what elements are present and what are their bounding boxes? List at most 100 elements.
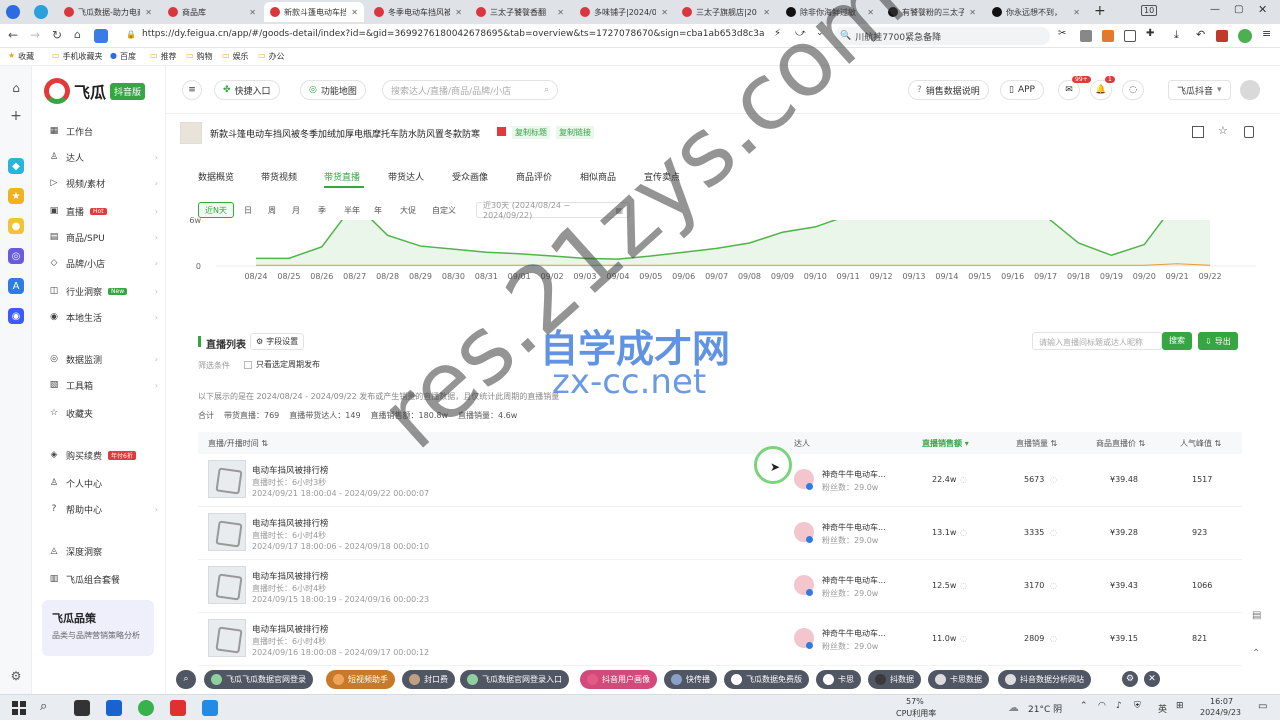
bag-icon[interactable] [1216, 30, 1228, 42]
sidebar-item[interactable]: ▦ 工作台 [48, 122, 158, 140]
live-title[interactable]: 电动车挡风被排行榜 [252, 570, 329, 582]
close-tab-icon[interactable]: ✕ [145, 8, 152, 17]
shield-icon[interactable]: ⛨ [1134, 701, 1141, 711]
list-search-input[interactable]: 请输入直播间标题或达人昵称 [1032, 332, 1162, 350]
date-filter-chip[interactable]: 半年 [338, 202, 366, 218]
feedback-icon[interactable]: ▤ [1252, 610, 1261, 621]
talent-name[interactable]: 神奇牛牛电动车... [822, 628, 886, 639]
close-tab-icon[interactable]: ✕ [763, 8, 770, 17]
back-icon[interactable]: ← [8, 28, 18, 42]
browser-tab[interactable]: 飞瓜数据-助力电商 ✕ [58, 2, 158, 22]
close-tab-icon[interactable]: ✕ [661, 8, 668, 17]
tab-6[interactable]: 相似商品 [580, 170, 616, 183]
date-filter-chip[interactable]: 自定义 [426, 202, 462, 218]
copy-icon[interactable] [1244, 126, 1254, 138]
dropdown-icon[interactable]: ⌄ [816, 28, 824, 38]
home-rail-icon[interactable]: ⌂ [8, 80, 24, 96]
date-range-picker[interactable]: 近30天 (2024/08/24 ~ 2024/09/22) ▦ [476, 201, 630, 220]
add-rail-icon[interactable]: + [8, 108, 24, 124]
bookmark-baidu[interactable]: ● 百度 [110, 51, 136, 62]
sidebar-item[interactable]: ♙ 个人中心 [48, 474, 158, 492]
quick-link-pill[interactable]: 封口费 [402, 670, 455, 689]
talent-name[interactable]: 神奇牛牛电动车... [822, 522, 886, 533]
promo-card[interactable]: 飞瓜品策 品类与品牌营销策略分析 [42, 600, 154, 656]
field-settings-button[interactable]: ⚙ 字段设置 [250, 333, 305, 350]
live-title[interactable]: 电动车挡风被排行榜 [252, 623, 329, 635]
sidebar-item[interactable]: ? 帮助中心 › [48, 500, 158, 518]
menu-icon[interactable]: ≡ [1262, 27, 1271, 40]
browser-tab[interactable]: 三太子饕餮香翻 ✕ [470, 2, 570, 22]
quickbar-close-icon[interactable]: ✕ [1144, 671, 1160, 687]
star-rail-icon[interactable]: ★ [8, 188, 24, 204]
list-search-button[interactable]: 搜索 [1162, 332, 1192, 350]
copy-title-button[interactable]: 复制标题 [512, 126, 550, 139]
date-filter-chip[interactable]: 大促 [394, 202, 422, 218]
sidebar-item[interactable]: ◫ 行业洞察 New › [48, 282, 158, 300]
clock-date[interactable]: 2024/9/23 [1200, 708, 1241, 717]
minimize-icon[interactable]: — [1210, 4, 1220, 15]
game-rail-icon[interactable]: ◉ [8, 308, 24, 324]
collapse-icon[interactable]: ≡ [182, 80, 202, 100]
date-filter-chip[interactable]: 近N天 [198, 202, 234, 218]
live-title[interactable]: 电动车挡风被排行榜 [252, 464, 329, 476]
browser-tab[interactable]: 多味铺子|2024/0 ✕ [574, 2, 674, 22]
qr-icon[interactable] [1192, 126, 1204, 138]
col-volume[interactable]: 直播销量 ⇅ [1016, 438, 1057, 449]
sidebar-item[interactable]: ▷ 视频/素材 › [48, 174, 158, 192]
home-icon[interactable]: ⌂ [74, 28, 81, 41]
browser-tab[interactable]: 有饕餮粉的三太子 ✕ [882, 2, 982, 22]
screenshot-icon[interactable] [1124, 30, 1136, 42]
quick-entry-button[interactable]: ✤ 快捷入口 [214, 80, 280, 100]
sidebar-item[interactable]: ◇ 品牌/小店 › [48, 254, 158, 272]
weather-text[interactable]: 21°C 阴 [1028, 702, 1062, 715]
telegram-tab-icon[interactable] [34, 5, 48, 19]
ai-rail-icon[interactable]: ◎ [8, 248, 24, 264]
ime-lang[interactable]: 英 [1158, 702, 1167, 715]
date-filter-chip[interactable]: 季 [312, 202, 332, 218]
reload-icon[interactable]: ↻ [52, 28, 62, 42]
tab-4[interactable]: 受众画像 [452, 170, 488, 183]
bookmark-shopping[interactable]: ▭ 购物 [186, 51, 213, 62]
browser-logo-icon[interactable] [6, 5, 20, 19]
close-tab-icon[interactable]: ✕ [1073, 8, 1080, 17]
tab-3[interactable]: 带货达人 [388, 170, 424, 183]
tab-5[interactable]: 商品评价 [516, 170, 552, 183]
sidebar-item[interactable]: ◬ 深度洞察 [48, 542, 158, 560]
platform-select[interactable]: 飞瓜抖音 ▾ [1168, 80, 1231, 100]
col-price[interactable]: 商品直播价 ⇅ [1096, 438, 1145, 449]
app-button[interactable]: ▯ APP [1000, 80, 1044, 100]
sidebar-item[interactable]: ♙ 达人 › [48, 148, 158, 166]
close-tab-icon[interactable]: ✕ [455, 8, 462, 17]
live-thumbnail[interactable] [208, 460, 246, 498]
date-filter-chip[interactable]: 日 [238, 202, 258, 218]
sales-note-button[interactable]: ? 销售数据说明 [908, 80, 989, 100]
bookmark-favorites[interactable]: ★ 收藏 [8, 51, 34, 62]
quick-link-pill[interactable]: 短视频助手 [326, 670, 395, 689]
browser-tab[interactable]: 冬季电动车挡风被 ✕ [368, 2, 468, 22]
sidebar-item[interactable]: ▥ 飞瓜组合套餐 [48, 570, 158, 588]
quick-link-pill[interactable]: 飞瓜数据免费版 [724, 670, 809, 689]
tab-count-badge[interactable]: 10 [1141, 5, 1158, 16]
headset-icon[interactable]: ◌ [1122, 80, 1144, 100]
app-rail-icon[interactable]: ◆ [8, 158, 24, 174]
close-window-icon[interactable]: ✕ [1258, 3, 1267, 16]
bell-icon[interactable]: 🔔 [1090, 80, 1112, 100]
close-tab-icon[interactable]: ✕ [351, 8, 358, 17]
browser-tab[interactable]: 商品库 ✕ [162, 2, 262, 22]
taskbar-wps-icon[interactable] [170, 700, 186, 716]
url-field[interactable]: https://dy.feigua.cn/app/#/goods-detail/… [142, 29, 766, 39]
taskbar-app-icon[interactable] [202, 700, 218, 716]
browser-search-box[interactable]: 🔍 川航挂7700紧急备降 [834, 27, 1050, 45]
quickbar-search-icon[interactable]: ⌕ [176, 670, 196, 689]
network-icon[interactable]: ◠ [1098, 701, 1106, 711]
account-icon[interactable] [1238, 29, 1252, 43]
taskbar-search-icon[interactable]: ⌕ [40, 699, 47, 714]
quick-link-pill[interactable]: 飞瓜飞瓜数据官网登录 [204, 670, 313, 689]
talent-name[interactable]: 神奇牛牛电动车... [822, 469, 886, 480]
extension-icon[interactable] [1080, 30, 1092, 42]
tab-7[interactable]: 宣传卖点 [644, 170, 680, 183]
quick-link-pill[interactable]: 抖数据 [868, 670, 921, 689]
col-sales[interactable]: 直播销售额 ▾ [922, 438, 969, 449]
browser-tab[interactable]: 三太子旗舰店|20 ✕ [676, 2, 776, 22]
quick-link-pill[interactable]: 卡思 [816, 670, 861, 689]
